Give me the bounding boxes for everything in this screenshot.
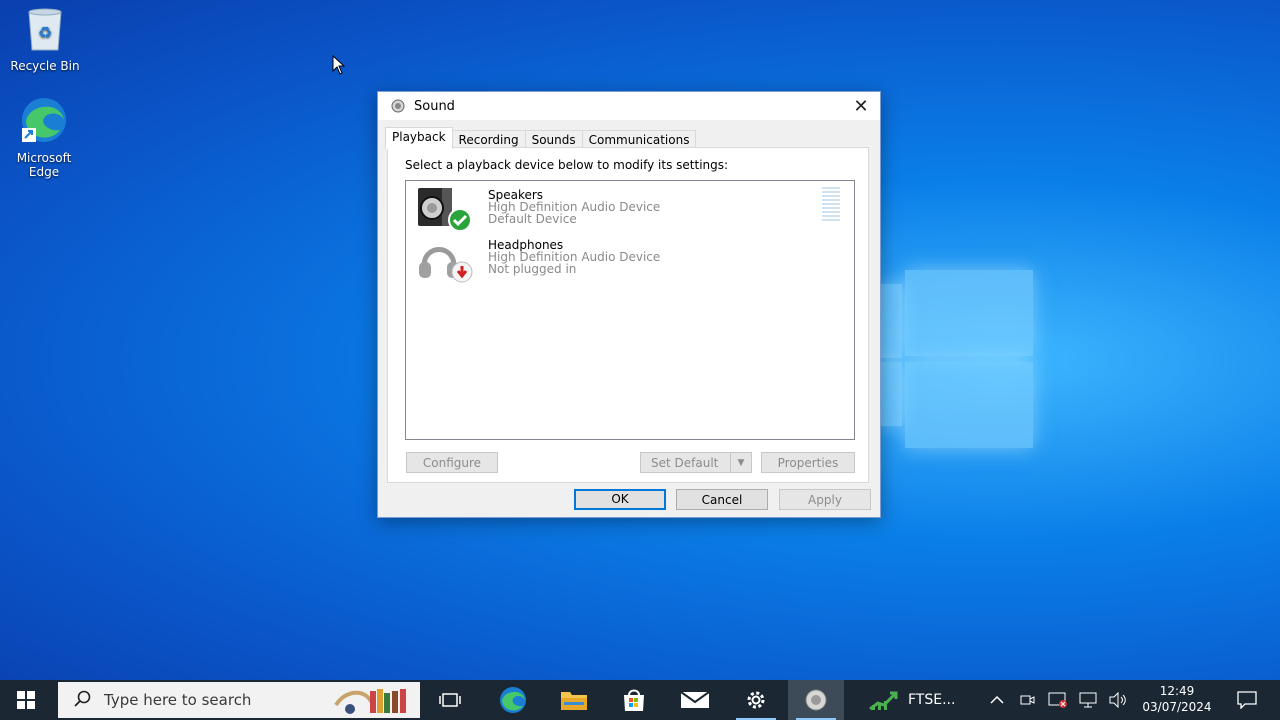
device-status: Default Device bbox=[488, 212, 577, 226]
taskbar-search-box[interactable]: Type here to search bbox=[58, 682, 420, 718]
speaker-title-icon bbox=[390, 98, 406, 114]
playback-panel: Select a playback device below to modify… bbox=[387, 147, 869, 483]
sound-icon bbox=[805, 689, 827, 711]
device-item-speakers[interactable]: Speakers High Definition Audio Device De… bbox=[414, 186, 834, 232]
windows-start-icon bbox=[17, 691, 35, 709]
mail-icon bbox=[680, 691, 710, 708]
stock-chart-icon bbox=[869, 691, 898, 711]
file-explorer-icon bbox=[561, 692, 587, 710]
settings-button[interactable] bbox=[728, 680, 784, 720]
task-view-button[interactable] bbox=[422, 680, 478, 720]
file-explorer-button[interactable] bbox=[546, 680, 602, 720]
task-view-icon bbox=[439, 693, 461, 707]
cancel-button[interactable]: Cancel bbox=[676, 489, 768, 510]
taskbar-clock[interactable]: 12:49 03/07/2024 bbox=[1134, 683, 1220, 715]
volume-level-meter bbox=[822, 187, 840, 223]
desktop-icon-recycle-bin[interactable]: ♻ Recycle Bin bbox=[5, 6, 85, 73]
title-bar[interactable]: Sound ✕ bbox=[378, 92, 880, 120]
mail-button[interactable] bbox=[667, 680, 723, 720]
tab-bar: Playback Recording Sounds Communications bbox=[385, 127, 697, 149]
desktop-icon-label: Recycle Bin bbox=[10, 59, 80, 73]
show-hidden-icons-chevron-icon[interactable] bbox=[986, 680, 1008, 720]
microsoft-store-button[interactable] bbox=[606, 680, 662, 720]
speaker-icon bbox=[416, 186, 476, 234]
edge-icon bbox=[500, 687, 526, 713]
headphones-icon bbox=[416, 236, 476, 284]
apply-button[interactable]: Apply bbox=[779, 489, 871, 510]
desktop-icon-label: Microsoft Edge bbox=[16, 151, 72, 179]
clock-time: 12:49 bbox=[1159, 684, 1195, 698]
search-highlight-illustration-icon bbox=[326, 685, 416, 718]
svg-text:♻: ♻ bbox=[38, 23, 52, 42]
properties-button[interactable]: Properties bbox=[761, 452, 855, 473]
set-default-button[interactable]: Set Default ▼ bbox=[640, 452, 752, 473]
chevron-down-icon[interactable]: ▼ bbox=[730, 453, 751, 472]
set-default-label: Set Default bbox=[651, 456, 719, 470]
windows-wallpaper-logo bbox=[880, 270, 1035, 450]
dialog-title: Sound bbox=[414, 98, 455, 114]
ok-button[interactable]: OK bbox=[574, 489, 666, 510]
volume-icon[interactable] bbox=[1106, 680, 1130, 720]
search-icon bbox=[74, 690, 92, 711]
clock-date: 03/07/2024 bbox=[1142, 700, 1212, 714]
network-icon[interactable] bbox=[1076, 680, 1100, 720]
security-alert-icon[interactable] bbox=[1046, 680, 1070, 720]
sound-dialog: Sound ✕ Playback Recording Sounds Commun… bbox=[377, 91, 881, 518]
device-status: Not plugged in bbox=[488, 262, 577, 276]
device-list[interactable]: Speakers High Definition Audio Device De… bbox=[405, 180, 855, 440]
sound-taskbar-button[interactable] bbox=[788, 680, 844, 720]
instruction-text: Select a playback device below to modify… bbox=[405, 158, 729, 172]
tab-playback[interactable]: Playback bbox=[385, 127, 453, 149]
desktop-icon-edge[interactable]: Microsoft Edge bbox=[4, 96, 84, 179]
edge-icon bbox=[4, 96, 84, 147]
store-icon bbox=[624, 689, 644, 711]
start-button[interactable] bbox=[0, 680, 52, 720]
configure-button[interactable]: Configure bbox=[406, 452, 498, 473]
edge-taskbar-button[interactable] bbox=[485, 680, 541, 720]
ftse-label: FTSE... bbox=[908, 692, 956, 708]
settings-icon bbox=[747, 691, 765, 709]
mouse-cursor-icon bbox=[332, 54, 346, 78]
recycle-bin-icon: ♻ bbox=[5, 6, 85, 55]
meet-now-icon[interactable] bbox=[1016, 680, 1038, 720]
notification-center-icon[interactable] bbox=[1234, 680, 1260, 720]
close-icon[interactable]: ✕ bbox=[842, 92, 880, 120]
device-item-headphones[interactable]: Headphones High Definition Audio Device … bbox=[414, 236, 834, 284]
ftse-widget[interactable]: FTSE... bbox=[860, 680, 970, 720]
search-placeholder: Type here to search bbox=[104, 691, 252, 709]
